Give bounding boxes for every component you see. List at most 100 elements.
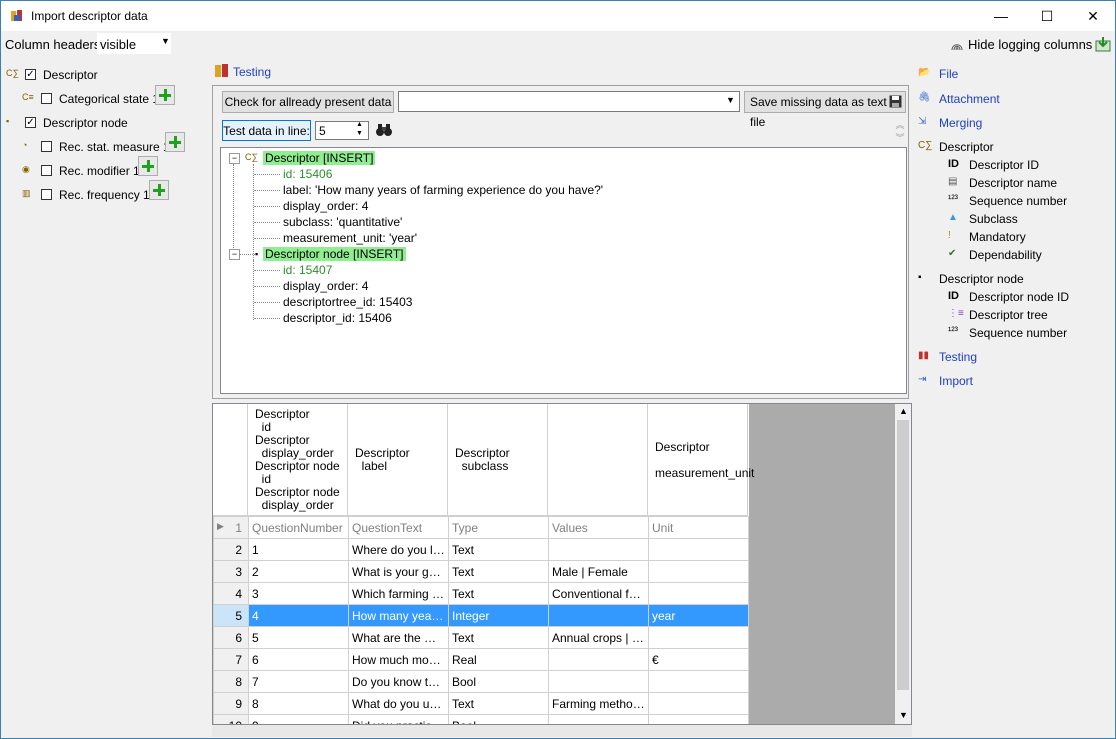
grid-cell[interactable]: Do you know the... <box>348 670 449 693</box>
right-nav-item[interactable]: File <box>939 67 958 81</box>
grid-cell[interactable] <box>648 538 749 561</box>
grid-cell[interactable]: Where do you live? <box>348 538 449 561</box>
row-header[interactable]: ▶ 1 <box>213 516 249 539</box>
export-icon[interactable] <box>1095 36 1111 52</box>
grid-cell[interactable]: Conventional far... <box>548 582 649 605</box>
grid-cell[interactable] <box>648 560 749 583</box>
testing-title[interactable]: Testing <box>233 65 271 79</box>
grid-column-header[interactable]: Descriptor subclass <box>448 404 548 516</box>
grid-cell[interactable]: year <box>648 604 749 627</box>
add-stat-measure-button[interactable] <box>165 132 185 152</box>
checkbox-3[interactable] <box>41 141 52 152</box>
table-row[interactable]: 109Did you practice t...Bool <box>213 714 749 724</box>
row-header[interactable]: 10 <box>213 714 249 724</box>
scroll-up-icon[interactable]: ▲ <box>899 406 908 416</box>
right-nav-item[interactable]: Import <box>939 374 973 388</box>
grid-cell[interactable] <box>648 714 749 724</box>
table-row[interactable]: 5 4 How many years ... Integer year <box>213 604 749 627</box>
add-frequency-button[interactable] <box>149 180 169 200</box>
grid-cell[interactable]: Which farming m... <box>348 582 449 605</box>
grid-column-header[interactable]: Descriptor measurement_unit <box>648 404 754 516</box>
grid-cell[interactable]: Bool <box>448 714 549 724</box>
grid-cell[interactable]: What are the mai... <box>348 626 449 649</box>
checkbox-4[interactable] <box>41 165 52 176</box>
grid-cell[interactable] <box>648 626 749 649</box>
table-row[interactable]: 4 3 Which farming m... Text Conventional far… <box>213 582 749 605</box>
descriptor-insert-node[interactable]: Descriptor [INSERT] <box>263 151 376 165</box>
grid-cell[interactable] <box>548 648 649 671</box>
row-header[interactable]: 4 <box>213 582 249 605</box>
grid-cell[interactable]: How many years ... <box>348 604 449 627</box>
table-row[interactable]: 2 1 Where do you live? Text <box>213 538 749 561</box>
add-modifier-button[interactable] <box>138 156 158 176</box>
grid-cell[interactable] <box>648 692 749 715</box>
descriptor-node-insert-node[interactable]: Descriptor node [INSERT] <box>263 247 406 261</box>
grid-cell[interactable]: Annual crops | Pe... <box>548 626 649 649</box>
checkbox-0[interactable]: ✓ <box>25 69 36 80</box>
grid-cell[interactable]: Unit <box>648 516 749 539</box>
grid-cell[interactable]: 5 <box>248 626 349 649</box>
grid-cell[interactable]: 9 <box>248 714 349 724</box>
table-row[interactable]: ▶ 1 QuestionNumber QuestionText Type Values U… <box>213 516 749 539</box>
grid-cell[interactable]: Did you practice t... <box>348 714 449 724</box>
grid-cell[interactable]: 2 <box>248 560 349 583</box>
grid-cell[interactable]: Text <box>448 692 549 715</box>
grid-cell[interactable]: QuestionText <box>348 516 449 539</box>
grid-cell[interactable]: How much mone... <box>348 648 449 671</box>
check-present-data-button[interactable]: Check for allready present data <box>222 91 394 113</box>
close-button[interactable]: ✕ <box>1070 1 1116 31</box>
column-headers-select[interactable]: visible ▼ <box>97 33 171 54</box>
grid-cell[interactable]: 3 <box>248 582 349 605</box>
test-line-spinner[interactable]: 5 ▲ ▼ <box>315 121 369 140</box>
row-header[interactable]: 9 <box>213 692 249 715</box>
grid-cell[interactable]: Real <box>448 648 549 671</box>
row-header[interactable]: 6 <box>213 626 249 649</box>
grid-cell[interactable]: QuestionNumber <box>248 516 349 539</box>
grid-vertical-scrollbar[interactable]: ▲ ▼ <box>895 404 911 724</box>
scroll-thumb[interactable] <box>897 420 909 690</box>
grid-cell[interactable] <box>648 670 749 693</box>
table-row[interactable]: 6 5 What are the mai... Text Annual crops | … <box>213 626 749 649</box>
grid-cell[interactable]: 4 <box>248 604 349 627</box>
grid-cell[interactable] <box>548 538 649 561</box>
spinner-up-icon[interactable]: ▲ <box>356 121 363 128</box>
row-header[interactable]: 2 <box>213 538 249 561</box>
grid-column-header[interactable] <box>548 404 648 516</box>
grid-cell[interactable]: 8 <box>248 692 349 715</box>
right-nav-item[interactable]: Testing <box>939 350 977 364</box>
collapse-icon[interactable]: − <box>229 153 240 164</box>
grid-cell[interactable] <box>548 604 649 627</box>
grid-cell[interactable]: Text <box>448 560 549 583</box>
table-row[interactable]: 9 8 What do you und... Text Farming methods … <box>213 692 749 715</box>
right-nav-item[interactable]: Attachment <box>939 92 1000 106</box>
right-nav-item[interactable]: Merging <box>939 116 982 130</box>
scroll-down-icon[interactable]: ▼ <box>899 710 908 720</box>
grid-cell[interactable]: Bool <box>448 670 549 693</box>
minimize-button[interactable]: — <box>978 1 1024 31</box>
table-row[interactable]: 7 6 How much mone... Real € <box>213 648 749 671</box>
row-header[interactable]: 8 <box>213 670 249 693</box>
grid-cell[interactable]: Farming methods ... <box>548 692 649 715</box>
row-header[interactable]: 5 <box>213 604 249 627</box>
row-header[interactable]: 7 <box>213 648 249 671</box>
file-select[interactable]: ▼ <box>398 91 740 112</box>
grid-cell[interactable]: 7 <box>248 670 349 693</box>
add-categorical-state-button[interactable] <box>155 85 175 105</box>
grid-column-header[interactable]: Descriptor id Descriptor display_order Des… <box>248 404 348 516</box>
maximize-button[interactable]: ☐ <box>1024 1 1070 31</box>
grid-cell[interactable] <box>548 670 649 693</box>
save-missing-data-button[interactable]: Save missing data as text file <box>744 91 906 129</box>
test-data-in-line-button[interactable]: Test data in line: <box>222 120 311 141</box>
spinner-down-icon[interactable]: ▼ <box>356 130 363 137</box>
grid-cell[interactable]: Text <box>448 626 549 649</box>
grid-horizontal-scrollbar[interactable] <box>212 725 912 737</box>
grid-cell[interactable]: 1 <box>248 538 349 561</box>
binoculars-icon[interactable] <box>375 122 393 138</box>
table-row[interactable]: 3 2 What is your gen... Text Male | Female <box>213 560 749 583</box>
grid-cell[interactable]: What is your gen... <box>348 560 449 583</box>
grid-cell[interactable]: Values <box>548 516 649 539</box>
grid-cell[interactable]: What do you und... <box>348 692 449 715</box>
grid-cell[interactable]: Text <box>448 538 549 561</box>
grid-cell[interactable]: 6 <box>248 648 349 671</box>
checkbox-2[interactable]: ✓ <box>25 117 36 128</box>
